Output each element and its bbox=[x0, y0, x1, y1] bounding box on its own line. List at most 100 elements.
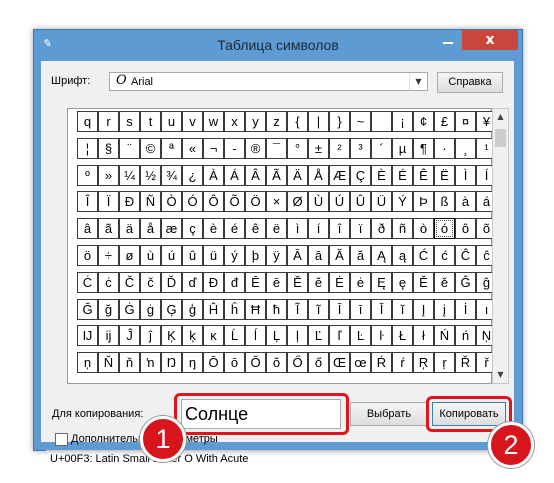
symbol-cell[interactable]: Ŕ bbox=[371, 352, 392, 374]
symbol-cell[interactable]: ý bbox=[224, 245, 245, 266]
symbol-cell[interactable]: Ý bbox=[392, 191, 413, 213]
symbol-cell[interactable]: û bbox=[182, 245, 203, 266]
grid-scrollbar[interactable]: ▲ ▼ bbox=[492, 108, 509, 384]
symbol-cell[interactable]: Ā bbox=[287, 245, 308, 266]
symbol-cell[interactable]: Ė bbox=[329, 271, 350, 293]
symbol-cell[interactable]: ÿ bbox=[266, 245, 287, 266]
symbol-cell[interactable]: ¾ bbox=[161, 164, 182, 186]
symbol-cell[interactable]: » bbox=[98, 164, 119, 186]
symbol-cell[interactable]: ī bbox=[350, 298, 371, 320]
symbol-cell[interactable]: z bbox=[266, 111, 287, 132]
symbol-cell[interactable]: ù bbox=[140, 245, 161, 266]
advanced-checkbox[interactable] bbox=[55, 433, 68, 446]
symbol-cell[interactable]: ĩ bbox=[308, 298, 329, 320]
symbol-cell[interactable]: ě bbox=[434, 271, 455, 293]
symbol-cell[interactable]: ¢ bbox=[413, 111, 434, 132]
symbol-cell[interactable]: s bbox=[119, 111, 140, 132]
symbol-cell[interactable]: Ħ bbox=[245, 298, 266, 320]
symbol-cell[interactable]: ³ bbox=[350, 137, 371, 159]
symbol-cell[interactable]: ğ bbox=[98, 298, 119, 320]
symbol-cell[interactable]: Ø bbox=[287, 191, 308, 213]
symbol-cell[interactable]: Ķ bbox=[161, 325, 182, 347]
symbol-cell[interactable]: Î bbox=[77, 191, 98, 213]
symbol-cell[interactable]: ê bbox=[245, 218, 266, 240]
symbol-cell[interactable]: « bbox=[182, 137, 203, 159]
symbol-cell[interactable]: Û bbox=[350, 191, 371, 213]
symbol-cell[interactable]: | bbox=[308, 111, 329, 132]
symbol-cell[interactable]: ō bbox=[224, 352, 245, 374]
symbol-cell[interactable]: Ī bbox=[329, 298, 350, 320]
chevron-down-icon[interactable]: ▼ bbox=[409, 73, 427, 90]
symbol-cell[interactable]: Ġ bbox=[119, 298, 140, 320]
close-button[interactable]: x bbox=[462, 30, 518, 50]
symbol-cell[interactable]: ´ bbox=[371, 137, 392, 159]
symbol-cell[interactable]: ĳ bbox=[98, 325, 119, 347]
symbol-cell[interactable]: Ì bbox=[455, 164, 476, 186]
symbol-cell[interactable]: ā bbox=[308, 245, 329, 266]
symbol-cell[interactable]: Ĳ bbox=[77, 325, 98, 347]
symbol-cell[interactable]: { bbox=[287, 111, 308, 132]
symbol-cell[interactable]: Ō bbox=[203, 352, 224, 374]
symbol-cell[interactable]: ð bbox=[371, 218, 392, 240]
symbol-cell[interactable]: č bbox=[140, 271, 161, 293]
symbol-cell[interactable]: â bbox=[77, 218, 98, 240]
symbol-cell[interactable]: Þ bbox=[413, 191, 434, 213]
symbol-cell[interactable]: ¡ bbox=[392, 111, 413, 132]
symbol-cell[interactable]: ĵ bbox=[140, 325, 161, 347]
symbol-cell[interactable]: Ł bbox=[392, 325, 413, 347]
symbol-cell[interactable]: t bbox=[140, 111, 161, 132]
symbol-cell[interactable]: É bbox=[392, 164, 413, 186]
help-button[interactable]: Справка bbox=[437, 72, 503, 93]
symbol-cell[interactable]: ¨ bbox=[119, 137, 140, 159]
symbol-cell[interactable]: Ä bbox=[287, 164, 308, 186]
symbol-cell[interactable]: Ó bbox=[182, 191, 203, 213]
symbol-cell[interactable]: ĭ bbox=[392, 298, 413, 320]
symbol-cell[interactable]: Ë bbox=[434, 164, 455, 186]
symbol-cell[interactable]: Ð bbox=[119, 191, 140, 213]
symbol-cell[interactable]: ± bbox=[308, 137, 329, 159]
symbol-cell[interactable]: ë bbox=[266, 218, 287, 240]
symbol-cell[interactable]: ~ bbox=[350, 111, 371, 132]
symbol-cell[interactable]: § bbox=[98, 137, 119, 159]
symbol-cell[interactable]: ó bbox=[434, 218, 455, 240]
symbol-cell[interactable]: Į bbox=[413, 298, 434, 320]
symbol-cell[interactable]: r bbox=[98, 111, 119, 132]
symbol-cell[interactable]: î bbox=[329, 218, 350, 240]
symbol-cell[interactable]: ü bbox=[203, 245, 224, 266]
symbol-cell[interactable]: đ bbox=[224, 271, 245, 293]
symbol-cell[interactable]: È bbox=[371, 164, 392, 186]
symbol-cell[interactable]: ŏ bbox=[266, 352, 287, 374]
symbol-cell[interactable]: ĸ bbox=[203, 325, 224, 347]
symbol-cell[interactable]: ă bbox=[350, 245, 371, 266]
symbol-cell[interactable]: ¶ bbox=[413, 137, 434, 159]
symbol-cell[interactable]: Â bbox=[245, 164, 266, 186]
symbol-cell[interactable]: v bbox=[182, 111, 203, 132]
symbol-cell[interactable]: Ò bbox=[161, 191, 182, 213]
symbol-cell[interactable]: Ď bbox=[161, 271, 182, 293]
symbol-cell[interactable]: x bbox=[224, 111, 245, 132]
symbol-cell[interactable]: Ę bbox=[371, 271, 392, 293]
symbol-cell[interactable]: ¸ bbox=[455, 137, 476, 159]
symbol-cell[interactable]: Ĉ bbox=[455, 245, 476, 266]
symbol-cell[interactable]: į bbox=[434, 298, 455, 320]
symbol-cell[interactable]: £ bbox=[434, 111, 455, 132]
symbol-cell[interactable]: é bbox=[224, 218, 245, 240]
symbol-cell[interactable]: ġ bbox=[140, 298, 161, 320]
symbol-cell[interactable]: Ã bbox=[266, 164, 287, 186]
symbol-cell[interactable]: œ bbox=[350, 352, 371, 374]
symbol-cell[interactable]: Õ bbox=[224, 191, 245, 213]
symbol-cell[interactable]: Œ bbox=[329, 352, 350, 374]
symbol-cell[interactable]: Ô bbox=[203, 191, 224, 213]
symbol-cell[interactable]: Ą bbox=[371, 245, 392, 266]
symbol-cell[interactable]: q bbox=[77, 111, 98, 132]
symbol-cell[interactable]: ė bbox=[350, 271, 371, 293]
symbol-cell[interactable]: ¤ bbox=[455, 111, 476, 132]
symbol-cell[interactable]: } bbox=[329, 111, 350, 132]
symbol-cell[interactable]: ć bbox=[434, 245, 455, 266]
symbol-cell[interactable]: Ģ bbox=[161, 298, 182, 320]
symbol-cell[interactable]: Ľ bbox=[308, 325, 329, 347]
symbol-cell[interactable]: Ě bbox=[413, 271, 434, 293]
symbol-cell[interactable]: ļ bbox=[287, 325, 308, 347]
symbol-cell[interactable]: ö bbox=[77, 245, 98, 266]
symbol-cell[interactable]: ĺ bbox=[245, 325, 266, 347]
